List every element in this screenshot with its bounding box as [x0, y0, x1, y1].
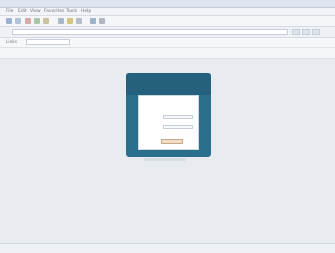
address-dropdown-button[interactable] [302, 29, 310, 35]
login-header [126, 73, 211, 95]
menu-file[interactable]: File [6, 9, 14, 14]
password-input[interactable] [163, 125, 193, 129]
links-bar: Links [0, 38, 335, 48]
links-label: Links [6, 40, 18, 45]
menu-tools[interactable]: Tools [66, 9, 77, 14]
refresh-icon[interactable] [34, 18, 40, 24]
links-search-input[interactable] [26, 39, 70, 45]
menu-edit[interactable]: Edit [18, 9, 27, 14]
forward-icon[interactable] [15, 18, 21, 24]
address-input[interactable] [12, 29, 288, 35]
search-icon[interactable] [58, 18, 64, 24]
print-icon[interactable] [99, 18, 105, 24]
menu-bar: File Edit View Favorites Tools Help [0, 8, 335, 16]
main-toolbar [0, 16, 335, 27]
address-refresh-button[interactable] [312, 29, 320, 35]
login-button[interactable] [161, 139, 183, 144]
favorites-icon[interactable] [67, 18, 73, 24]
history-icon[interactable] [76, 18, 82, 24]
stop-icon[interactable] [25, 18, 31, 24]
menu-help[interactable]: Help [81, 9, 91, 14]
menu-favorites[interactable]: Favorites [44, 9, 64, 14]
secondary-toolbar [0, 48, 335, 59]
login-shadow [144, 158, 186, 161]
home-icon[interactable] [43, 18, 49, 24]
mail-icon[interactable] [90, 18, 96, 24]
login-widget [126, 73, 211, 157]
menu-view[interactable]: View [30, 9, 41, 14]
window-titlebar [0, 0, 335, 8]
username-input[interactable] [163, 115, 193, 119]
login-card [138, 95, 199, 150]
address-bar [0, 27, 335, 38]
go-button[interactable] [292, 29, 300, 35]
back-icon[interactable] [6, 18, 12, 24]
